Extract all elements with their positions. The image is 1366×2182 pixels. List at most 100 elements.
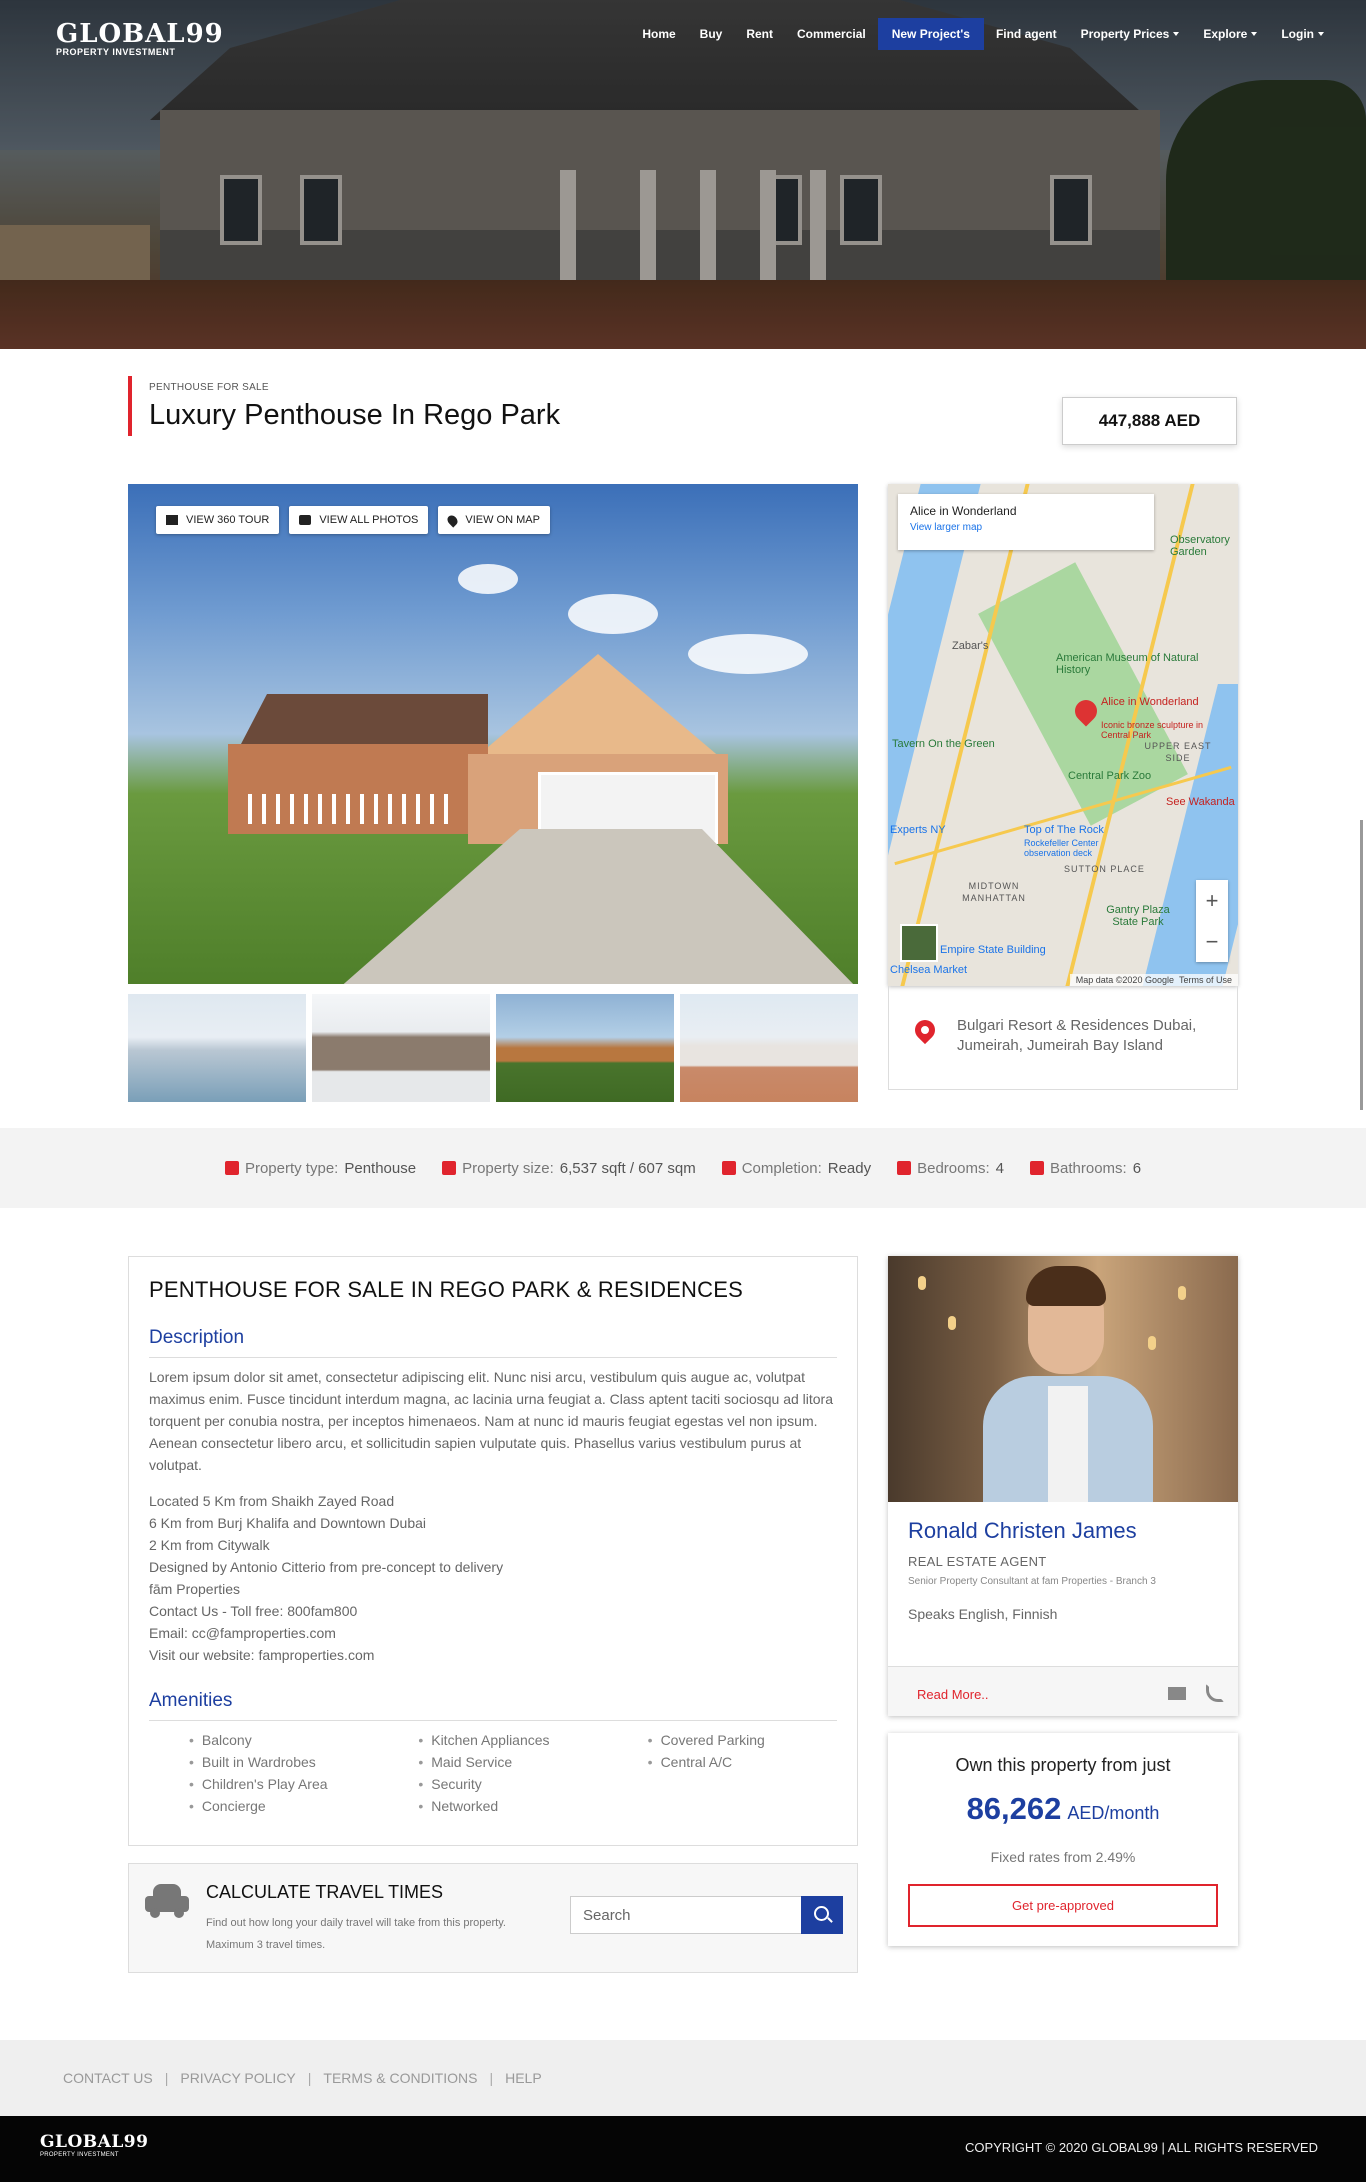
map-label-gantry: Gantry Plaza State Park [1106, 904, 1170, 928]
nav-buy[interactable]: Buy [688, 19, 735, 49]
thumbnail-strip [128, 994, 858, 1102]
read-more-link[interactable]: Read More.. [917, 1687, 989, 1702]
agent-name[interactable]: Ronald Christen James [908, 1518, 1137, 1544]
panorama-icon [166, 515, 178, 525]
mortgage-amount: 86,262 AED/month [966, 1791, 1160, 1826]
footer-link-help[interactable]: HELP [505, 2070, 542, 2086]
list-item: Covered Parking [648, 1729, 837, 1751]
map-label-museum: American Museum of Natural History [1056, 652, 1199, 676]
property-features-bar: Property type: Penthouse Property size: 6,… [0, 1128, 1366, 1208]
travel-title: CALCULATE TRAVEL TIMES [206, 1882, 444, 1902]
nav-rent[interactable]: Rent [734, 19, 785, 49]
footer-link-privacy[interactable]: PRIVACY POLICY [180, 2070, 295, 2086]
map-label-zoo: Central Park Zoo [1068, 770, 1152, 782]
travel-search-input[interactable] [570, 1896, 802, 1934]
feature-property-size: Property size: 6,537 sqft / 607 sqm [442, 1160, 696, 1177]
nav-home[interactable]: Home [630, 19, 687, 49]
travel-subtitle: Find out how long your daily travel will… [206, 1917, 506, 1951]
scrollbar[interactable] [1360, 820, 1363, 1110]
main-nav: Home Buy Rent Commercial New Project's F… [630, 18, 1336, 50]
nav-explore[interactable]: Explore [1191, 19, 1269, 49]
list-item: Central A/C [648, 1751, 837, 1773]
car-icon [145, 1884, 189, 1918]
map-label-alice: Alice in Wonderland [1101, 696, 1199, 708]
map-label-upper-east-side: UPPER EAST SIDE [1144, 741, 1212, 763]
nav-find-agent[interactable]: Find agent [984, 19, 1069, 49]
list-item: Security [418, 1773, 607, 1795]
network-icon [721, 1161, 736, 1175]
list-item: Networked [418, 1795, 607, 1817]
thumbnail-1[interactable] [128, 994, 306, 1102]
feature-bedrooms: Bedrooms: 4 [897, 1160, 1004, 1177]
footer-links-bar: CONTACT US | PRIVACY POLICY | TERMS & COND… [0, 2040, 1366, 2116]
location-map[interactable]: Alice in Wonderland View larger map Obse… [888, 484, 1238, 986]
agent-role: REAL ESTATE AGENT [908, 1554, 1047, 1569]
view-on-map-button[interactable]: VIEW ON MAP [438, 506, 550, 534]
map-label-experts: Experts NY [890, 824, 946, 836]
feature-property-type: Property type: Penthouse [224, 1160, 416, 1177]
description-details: Located 5 Km from Shaikh Zayed Road 6 Km… [149, 1493, 504, 1663]
map-terms-link[interactable]: Terms of Use [1179, 975, 1232, 985]
map-label-empire: Empire State Building [940, 944, 1046, 956]
agent-languages: Speaks English, Finnish [908, 1606, 1058, 1622]
zoom-in-button[interactable]: + [1206, 888, 1219, 914]
envelope-icon[interactable] [1168, 1687, 1186, 1700]
list-item: Built in Wardrobes [189, 1751, 378, 1773]
description-title: Description [149, 1327, 837, 1358]
chevron-down-icon [1251, 32, 1258, 36]
map-label-rock: Top of The Rock [1024, 824, 1104, 836]
thumbnail-2[interactable] [312, 994, 490, 1102]
list-item: Children's Play Area [189, 1773, 378, 1795]
copyright: COPYRIGHT © 2020 GLOBAL99 | ALL RIGHTS R… [964, 2140, 1318, 2155]
map-label-midtown: MIDTOWN MANHATTAN [962, 881, 1026, 903]
listing-title: Luxury Penthouse In Rego Park [149, 399, 561, 431]
thumbnail-4[interactable] [680, 994, 858, 1102]
document-icon [442, 1161, 457, 1175]
list-item: Maid Service [418, 1751, 607, 1773]
map-place-card: Alice in Wonderland View larger map [898, 494, 1154, 550]
agent-actions: Read More.. [888, 1666, 1238, 1716]
nav-new-projects[interactable]: New Project's [877, 18, 984, 50]
mortgage-rate: Fixed rates from 2.49% [990, 1849, 1136, 1865]
map-attribution: Map data ©2020 Google Terms of Use [1069, 974, 1238, 986]
thumbnail-3[interactable] [496, 994, 674, 1102]
agent-photo [888, 1256, 1238, 1502]
satellite-toggle[interactable] [900, 924, 938, 962]
footer-logo[interactable]: GLOBAL99 PROPERTY INVESTMENT [40, 2132, 148, 2158]
nav-commercial[interactable]: Commercial [785, 19, 878, 49]
site-logo[interactable]: GLOBAL99 PROPERTY INVESTMENT [56, 18, 224, 57]
footer-link-contact[interactable]: CONTACT US [63, 2070, 153, 2086]
description-panel: PENTHOUSE FOR SALE IN REGO PARK & RESIDE… [128, 1256, 858, 1846]
map-label-observatory: Observatory Garden [1170, 534, 1230, 558]
listing-header: PENTHOUSE FOR SALE Luxury Penthouse In R… [128, 376, 560, 436]
bath-icon [1030, 1161, 1044, 1175]
list-item: Concierge [189, 1795, 378, 1817]
property-address: Bulgari Resort & Residences Dubai, Jumei… [888, 986, 1238, 1090]
get-pre-approved-button[interactable]: Get pre-approved [908, 1884, 1218, 1927]
map-label-tavern: Tavern On the Green [892, 738, 995, 750]
map-label-alice-sub: Iconic bronze sculpture in Central Park [1101, 720, 1204, 740]
mortgage-card: Own this property from just 86,262 AED/mo… [888, 1733, 1238, 1946]
nav-login[interactable]: Login [1269, 19, 1336, 49]
feature-bathrooms: Bathrooms: 6 [1030, 1160, 1141, 1177]
view-larger-map-link[interactable]: View larger map [910, 522, 1142, 533]
list-item: Balcony [189, 1729, 378, 1751]
map-label-rock-sub: Rockefeller Center observation deck [1024, 838, 1099, 858]
agent-position: Senior Property Consultant at fam Proper… [908, 1576, 1156, 1587]
zoom-out-button[interactable]: − [1206, 929, 1219, 955]
view-all-photos-button[interactable]: VIEW ALL PHOTOS [289, 506, 429, 534]
footer-link-terms[interactable]: TERMS & CONDITIONS [323, 2070, 477, 2086]
list-item: Kitchen Appliances [418, 1729, 607, 1751]
map-marker-icon [445, 512, 460, 528]
agent-card: Ronald Christen James REAL ESTATE AGENT … [888, 1256, 1238, 1716]
map-label-zabars: Zabar's [952, 640, 989, 652]
search-button[interactable] [801, 1896, 843, 1934]
phone-icon[interactable] [1206, 1684, 1224, 1702]
bed-icon [897, 1161, 912, 1175]
main-photo[interactable]: VIEW 360 TOUR VIEW ALL PHOTOS VIEW ON MA… [128, 484, 858, 984]
map-zoom-controls: + − [1196, 880, 1228, 962]
nav-property-prices[interactable]: Property Prices [1069, 19, 1192, 49]
map-label-chelsea: Chelsea Market [890, 964, 968, 976]
travel-times-panel: CALCULATE TRAVEL TIMES Find out how long… [128, 1863, 858, 1973]
view-360-tour-button[interactable]: VIEW 360 TOUR [156, 506, 280, 534]
